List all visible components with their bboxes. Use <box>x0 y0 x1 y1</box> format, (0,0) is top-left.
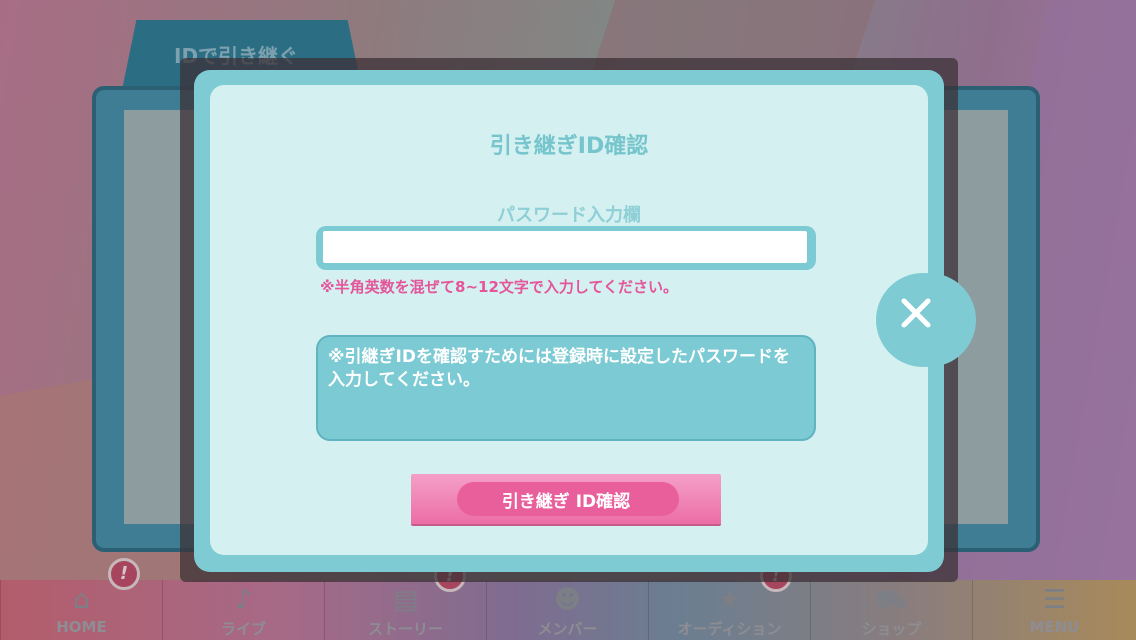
bottom-navigation: ⌂ HOME ♪ ライブ ▤ ストーリー ☻ メンバー ★ オーディション ⛟ … <box>0 580 1136 640</box>
audition-star-icon: ★ <box>717 585 742 615</box>
nav-story-label: ストーリー <box>367 620 443 638</box>
confirm-id-button[interactable]: 引き継ぎ ID確認 <box>411 474 721 524</box>
info-text: ※引継ぎIDを確認すためには登録時に設定したパスワードを入力してください。 <box>328 347 790 390</box>
nav-shop-label: ショップ <box>861 620 922 638</box>
close-icon <box>901 298 931 328</box>
nav-home[interactable]: ⌂ HOME <box>0 580 162 640</box>
live-alert-badge-icon: ! <box>108 558 140 590</box>
menu-list-icon: ☰ <box>1042 585 1067 615</box>
member-icon: ☻ <box>553 585 582 615</box>
book-icon: ▤ <box>393 585 418 615</box>
home-icon: ⌂ <box>73 585 90 615</box>
dialog-title: 引き継ぎID確認 <box>489 134 649 159</box>
nav-audition[interactable]: ★ オーディション <box>648 580 810 640</box>
close-button-face <box>882 279 964 361</box>
nav-audition-label: オーディション <box>677 620 782 638</box>
password-field-label: パスワード入力欄 <box>497 205 641 226</box>
password-input[interactable] <box>323 231 807 263</box>
nav-menu-label: MENU <box>1029 618 1080 636</box>
confirm-button-label: 引き継ぎ ID確認 <box>501 492 631 512</box>
nav-menu[interactable]: ☰ MENU <box>972 580 1136 640</box>
nav-member[interactable]: ☻ メンバー <box>486 580 648 640</box>
nav-live-label: ライブ <box>220 620 266 638</box>
nav-story[interactable]: ▤ ストーリー <box>324 580 486 640</box>
nav-shop[interactable]: ⛟ ショップ <box>810 580 972 640</box>
nav-member-label: メンバー <box>537 620 598 638</box>
nav-live[interactable]: ♪ ライブ <box>162 580 324 640</box>
music-note-icon: ♪ <box>235 585 252 615</box>
password-requirement-note: ※半角英数を混ぜて8~12文字で入力してください。 <box>320 278 679 296</box>
close-button[interactable] <box>876 273 976 367</box>
shop-basket-icon: ⛟ <box>875 585 908 615</box>
nav-home-label: HOME <box>56 618 107 636</box>
